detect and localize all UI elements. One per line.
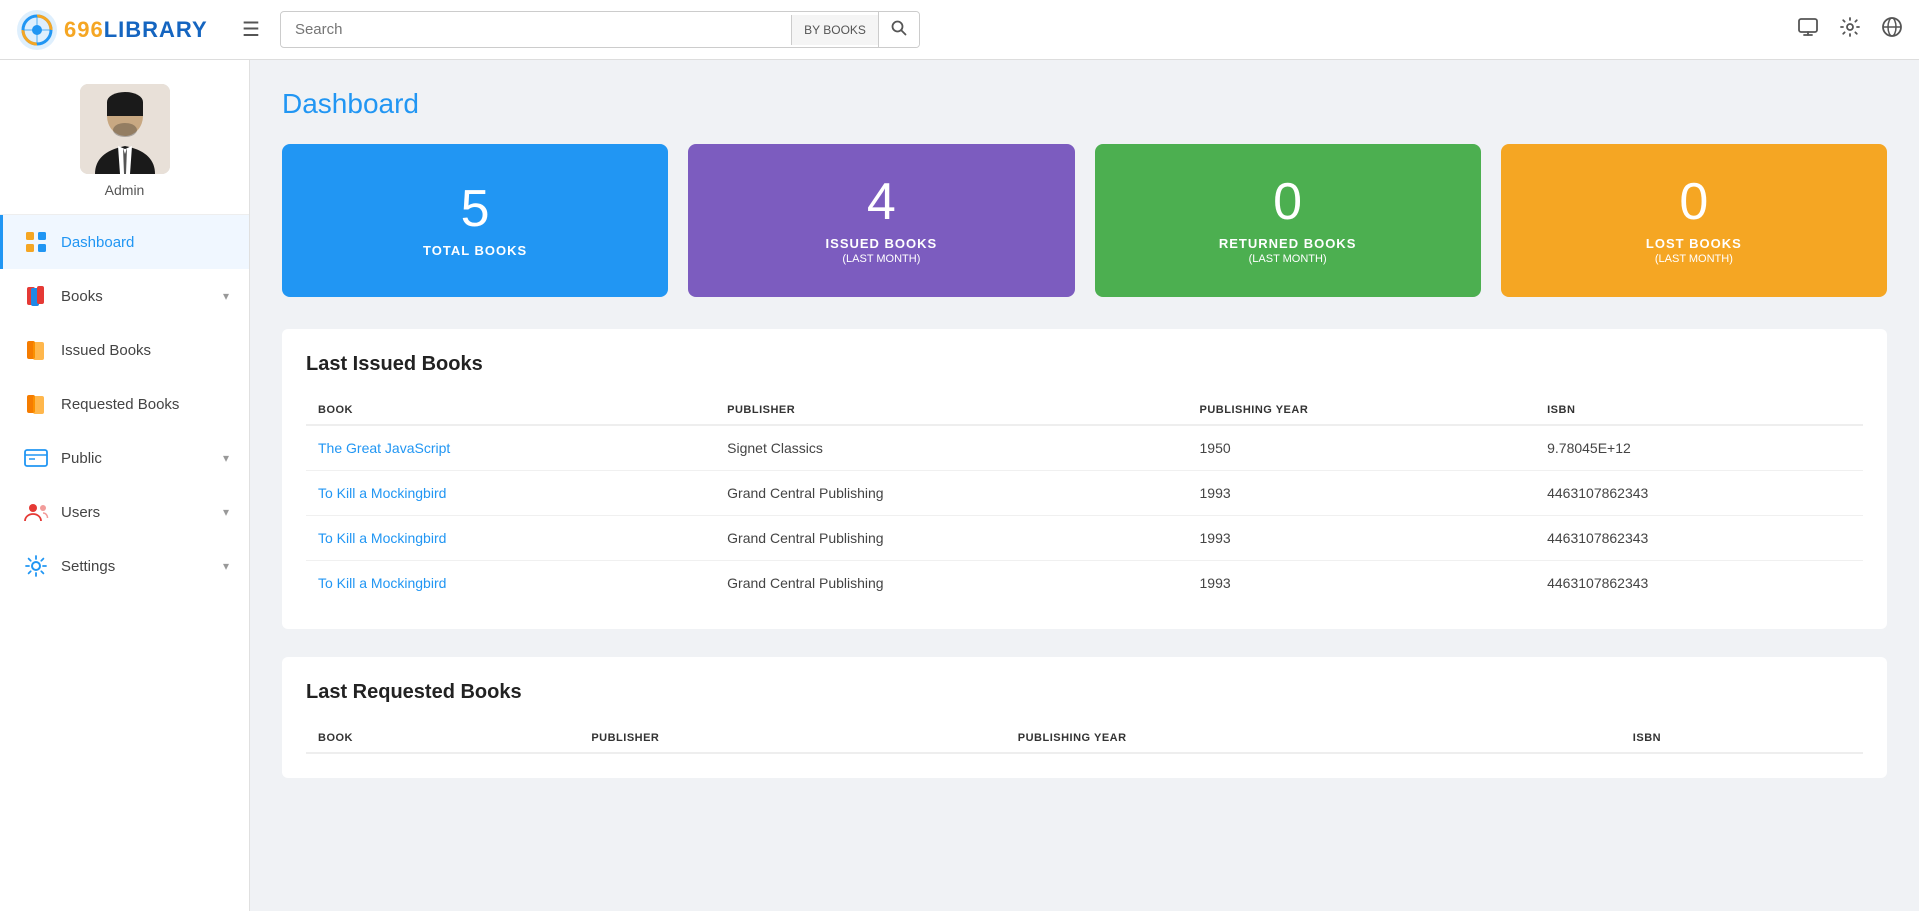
table-cell: Grand Central Publishing [715, 471, 1187, 516]
public-icon [23, 445, 49, 471]
issued-books-section: Last Issued Books BOOKPUBLISHERPUBLISHIN… [282, 329, 1887, 629]
stat-number-total-books: 5 [461, 183, 490, 235]
globe-icon[interactable] [1881, 16, 1903, 44]
stat-label-returned-books: RETURNED BOOKS [1219, 236, 1357, 251]
logo-icon [16, 9, 58, 51]
stat-card-lost-books: 0 LOST BOOKS (LAST MONTH) [1501, 144, 1887, 297]
table-header: PUBLISHING YEAR [1188, 396, 1536, 425]
stat-number-issued-books: 4 [867, 176, 896, 228]
table-row: To Kill a MockingbirdGrand Central Publi… [306, 471, 1863, 516]
table-row: To Kill a MockingbirdGrand Central Publi… [306, 561, 1863, 606]
table-header: PUBLISHER [579, 724, 1005, 753]
table-header: ISBN [1535, 396, 1863, 425]
table-cell: 1993 [1188, 516, 1536, 561]
sidebar-item-dashboard[interactable]: Dashboard [0, 215, 249, 269]
table-cell: 1993 [1188, 471, 1536, 516]
sidebar-item-books[interactable]: Books ▾ [0, 269, 249, 323]
sidebar-item-label-books: Books [61, 288, 211, 305]
topnav: 696LIBRARY ☰ BY BOOKS [0, 0, 1919, 60]
table-header: PUBLISHING YEAR [1006, 724, 1621, 753]
issued-books-title: Last Issued Books [306, 353, 1863, 376]
sidebar-item-label-issued-books: Issued Books [61, 342, 229, 359]
stat-number-returned-books: 0 [1273, 176, 1302, 228]
sidebar: Admin Dashboard Books ▾ Issued Books Req… [0, 60, 250, 911]
hamburger-button[interactable]: ☰ [242, 17, 260, 42]
stat-number-lost-books: 0 [1679, 176, 1708, 228]
stat-card-issued-books: 4 ISSUED BOOKS (LAST MONTH) [688, 144, 1074, 297]
requested-books-icon [23, 391, 49, 417]
avatar [80, 84, 170, 174]
stat-cards: 5 TOTAL BOOKS 4 ISSUED BOOKS (LAST MONTH… [282, 144, 1887, 297]
search-submit-button[interactable] [878, 12, 919, 47]
book-link[interactable]: To Kill a Mockingbird [306, 561, 715, 606]
sidebar-item-label-dashboard: Dashboard [61, 234, 229, 251]
stat-label-lost-books: LOST BOOKS [1646, 236, 1742, 251]
logo-text: 696LIBRARY [64, 17, 208, 43]
book-link[interactable]: The Great JavaScript [306, 425, 715, 471]
topnav-right [1797, 16, 1903, 44]
stat-card-returned-books: 0 RETURNED BOOKS (LAST MONTH) [1095, 144, 1481, 297]
settings-icon [23, 553, 49, 579]
stat-label-total-books: TOTAL BOOKS [423, 243, 527, 258]
users-icon [23, 499, 49, 525]
table-row: To Kill a MockingbirdGrand Central Publi… [306, 516, 1863, 561]
table-header: ISBN [1621, 724, 1863, 753]
table-header: BOOK [306, 724, 579, 753]
sidebar-item-label-users: Users [61, 504, 211, 521]
chevron-icon-settings: ▾ [223, 559, 229, 573]
stat-sublabel-returned-books: (LAST MONTH) [1249, 253, 1327, 265]
issued-books-table: BOOKPUBLISHERPUBLISHING YEARISBN The Gre… [306, 396, 1863, 605]
issued-books-icon [23, 337, 49, 363]
table-cell: 4463107862343 [1535, 471, 1863, 516]
table-cell: Grand Central Publishing [715, 561, 1187, 606]
dashboard-icon [23, 229, 49, 255]
search-icon [891, 20, 907, 36]
sidebar-item-public[interactable]: Public ▾ [0, 431, 249, 485]
page-title: Dashboard [282, 88, 1887, 120]
sidebar-item-requested-books[interactable]: Requested Books [0, 377, 249, 431]
table-cell: 9.78045E+12 [1535, 425, 1863, 471]
sidebar-item-label-public: Public [61, 450, 211, 467]
books-icon [23, 283, 49, 309]
stat-sublabel-lost-books: (LAST MONTH) [1655, 253, 1733, 265]
requested-books-section: Last Requested Books BOOKPUBLISHERPUBLIS… [282, 657, 1887, 778]
sidebar-item-issued-books[interactable]: Issued Books [0, 323, 249, 377]
table-header: BOOK [306, 396, 715, 425]
search-by-button[interactable]: BY BOOKS [791, 15, 878, 45]
requested-books-table: BOOKPUBLISHERPUBLISHING YEARISBN [306, 724, 1863, 754]
sidebar-item-label-requested-books: Requested Books [61, 396, 229, 413]
sidebar-item-users[interactable]: Users ▾ [0, 485, 249, 539]
table-row: The Great JavaScriptSignet Classics19509… [306, 425, 1863, 471]
settings-icon[interactable] [1839, 16, 1861, 44]
user-profile: Admin [0, 60, 249, 215]
sidebar-item-label-settings: Settings [61, 558, 211, 575]
book-link[interactable]: To Kill a Mockingbird [306, 471, 715, 516]
table-cell: Signet Classics [715, 425, 1187, 471]
nav-items-container: Dashboard Books ▾ Issued Books Requested… [0, 215, 249, 593]
username-label: Admin [105, 182, 145, 198]
stat-label-issued-books: ISSUED BOOKS [826, 236, 938, 251]
chevron-icon-users: ▾ [223, 505, 229, 519]
table-cell: 1993 [1188, 561, 1536, 606]
monitor-icon[interactable] [1797, 16, 1819, 44]
requested-books-title: Last Requested Books [306, 681, 1863, 704]
search-input[interactable] [281, 13, 791, 46]
table-header: PUBLISHER [715, 396, 1187, 425]
chevron-icon-public: ▾ [223, 451, 229, 465]
book-link[interactable]: To Kill a Mockingbird [306, 516, 715, 561]
layout: Admin Dashboard Books ▾ Issued Books Req… [0, 60, 1919, 911]
table-cell: Grand Central Publishing [715, 516, 1187, 561]
stat-sublabel-issued-books: (LAST MONTH) [842, 253, 920, 265]
logo-area: 696LIBRARY [16, 9, 226, 51]
table-cell: 4463107862343 [1535, 516, 1863, 561]
table-cell: 1950 [1188, 425, 1536, 471]
sidebar-item-settings[interactable]: Settings ▾ [0, 539, 249, 593]
chevron-icon-books: ▾ [223, 289, 229, 303]
main-content: Dashboard 5 TOTAL BOOKS 4 ISSUED BOOKS (… [250, 60, 1919, 911]
search-bar: BY BOOKS [280, 11, 920, 48]
table-cell: 4463107862343 [1535, 561, 1863, 606]
stat-card-total-books: 5 TOTAL BOOKS [282, 144, 668, 297]
